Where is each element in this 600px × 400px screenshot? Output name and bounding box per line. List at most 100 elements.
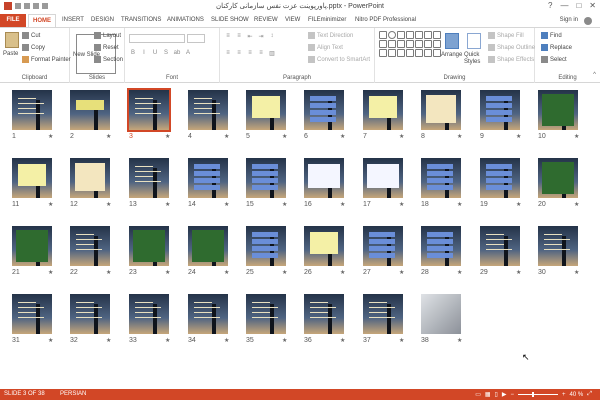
transition-star-icon[interactable]: ★ [106,337,111,344]
transition-star-icon[interactable]: ★ [516,269,521,276]
slide-thumbnail[interactable] [188,90,228,130]
sign-in-link[interactable]: Sign in [560,14,578,27]
callout-shape-icon[interactable] [379,40,387,48]
oval-shape-icon[interactable] [388,31,396,39]
align-right-icon[interactable]: ≡ [246,50,254,57]
slide-thumbnail[interactable] [421,158,461,198]
slide-thumbnail[interactable] [12,90,52,130]
transition-star-icon[interactable]: ★ [399,201,404,208]
slide-thumbnail[interactable] [129,294,169,334]
tab-design[interactable]: DESIGN [87,14,118,27]
tab-insert[interactable]: INSERT [58,14,88,27]
align-center-icon[interactable]: ≡ [235,50,243,57]
slide-thumbnail[interactable] [70,158,110,198]
transition-star-icon[interactable]: ★ [340,269,345,276]
shape-outline-button[interactable]: Shape Outline [488,44,535,51]
slide-thumbnail[interactable] [363,294,403,334]
slide-thumbnail[interactable] [304,158,344,198]
slide-thumbnail[interactable] [363,90,403,130]
tab-review[interactable]: REVIEW [250,14,282,27]
cube-shape-icon[interactable] [415,49,423,57]
slide-thumbnail[interactable] [127,88,171,132]
transition-star-icon[interactable]: ★ [165,337,170,344]
transition-star-icon[interactable]: ★ [48,201,53,208]
tab-animations[interactable]: ANIMATIONS [163,14,208,27]
format-painter-button[interactable]: Format Painter [22,56,71,63]
moon-shape-icon[interactable] [406,49,414,57]
justify-icon[interactable]: ≡ [257,50,265,57]
user-icon[interactable] [584,17,592,25]
maximize-button[interactable]: □ [576,1,581,10]
slide-thumbnail[interactable] [246,294,286,334]
transition-star-icon[interactable]: ★ [574,133,579,140]
transition-star-icon[interactable]: ★ [48,269,53,276]
line-spacing-icon[interactable]: ↕ [268,33,276,40]
slide-thumbnail[interactable] [538,90,578,130]
transition-star-icon[interactable]: ★ [340,337,345,344]
slide-thumbnail[interactable] [188,294,228,334]
slide-thumbnail[interactable] [421,90,461,130]
cloud-shape-icon[interactable] [388,49,396,57]
triangle-shape-icon[interactable] [415,31,423,39]
font-color-icon[interactable]: A [184,50,192,56]
transition-star-icon[interactable]: ★ [457,133,462,140]
reset-button[interactable]: Reset [94,44,119,51]
transition-star-icon[interactable]: ★ [340,133,345,140]
star-shape-icon[interactable] [388,40,396,48]
slide-thumbnail[interactable] [538,158,578,198]
slide-thumbnail[interactable] [70,90,110,130]
block-arrow-shape-icon[interactable] [415,40,423,48]
arrange-button[interactable]: Arrange [441,52,462,58]
slide-thumbnail[interactable] [246,90,286,130]
shape-fill-button[interactable]: Shape Fill [488,32,524,39]
transition-star-icon[interactable]: ★ [48,133,53,140]
slide-thumbnail[interactable] [246,158,286,198]
underline-icon[interactable]: U [151,50,159,56]
flowchart-shape-icon[interactable] [424,40,432,48]
normal-view-icon[interactable]: ▭ [475,391,481,398]
fit-to-window-icon[interactable]: ⤢ [587,391,592,398]
transition-star-icon[interactable]: ★ [399,133,404,140]
bracket-shape-icon[interactable] [433,40,441,48]
shape-effects-button[interactable]: Shape Effects [488,56,534,63]
bold-icon[interactable]: B [129,50,137,56]
line-shape-icon[interactable] [397,31,405,39]
pentagon-shape-icon[interactable] [424,31,432,39]
shapes-gallery[interactable] [379,31,441,57]
transition-star-icon[interactable]: ★ [106,133,111,140]
slide-thumbnail[interactable] [421,294,461,334]
transition-star-icon[interactable]: ★ [106,269,111,276]
align-text-button[interactable]: Align Text [308,44,343,51]
zoom-level[interactable]: 40 % [570,392,584,398]
brace-shape-icon[interactable] [433,31,441,39]
transition-star-icon[interactable]: ★ [399,269,404,276]
tab-fileminimizer[interactable]: FILEminimizer [304,14,350,27]
zoom-out-button[interactable]: − [510,392,514,398]
slideshow-view-icon[interactable]: ▶ [502,391,507,398]
text-direction-button[interactable]: Text Direction [308,32,353,39]
banner-shape-icon[interactable] [379,49,387,57]
transition-star-icon[interactable]: ★ [574,201,579,208]
arrow-shape-icon[interactable] [406,31,414,39]
tab-nitro-pdf[interactable]: Nitro PDF Professional [351,14,420,27]
slide-thumbnail[interactable] [70,294,110,334]
slide-thumbnail[interactable] [304,294,344,334]
rectangle-shape-icon[interactable] [379,31,387,39]
columns-icon[interactable]: ▥ [268,50,276,57]
find-button[interactable]: Find [541,32,562,39]
language-status[interactable]: PERSIAN [60,391,86,397]
replace-button[interactable]: Replace [541,44,572,51]
transition-star-icon[interactable]: ★ [457,269,462,276]
zoom-in-button[interactable]: + [562,392,566,398]
italic-icon[interactable]: I [140,50,148,56]
tab-view[interactable]: VIEW [281,14,304,27]
cut-button[interactable]: Cut [22,32,40,39]
slide-thumbnail[interactable] [70,226,110,266]
tab-file[interactable]: FILE [0,14,26,27]
font-name-combo[interactable] [129,34,185,43]
transition-star-icon[interactable]: ★ [282,269,287,276]
transition-star-icon[interactable]: ★ [516,201,521,208]
zoom-slider[interactable] [517,392,558,397]
transition-star-icon[interactable]: ★ [165,269,170,276]
slide-thumbnail[interactable] [538,226,578,266]
